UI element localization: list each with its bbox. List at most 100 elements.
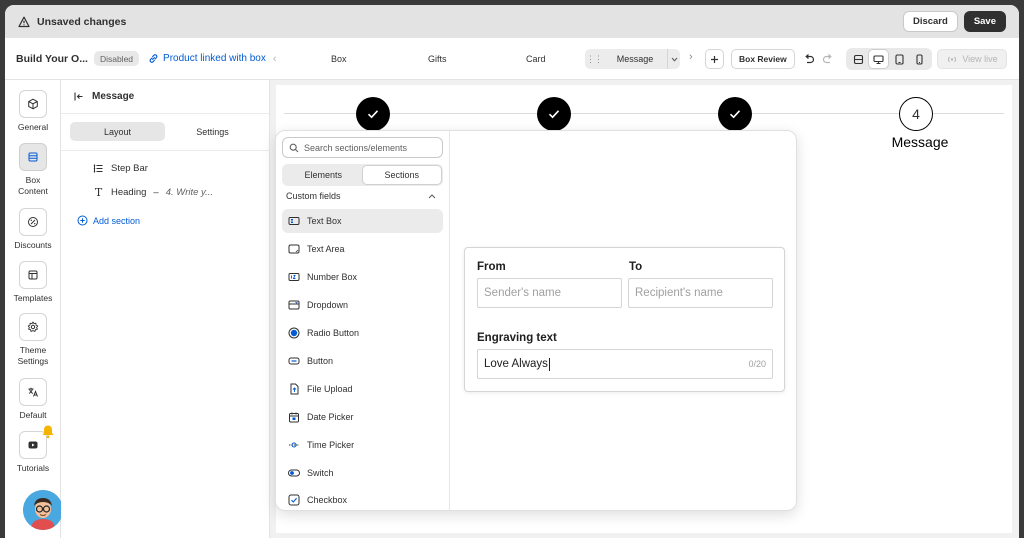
add-section-button[interactable]: Add section — [77, 215, 140, 226]
add-section-label: Add section — [93, 215, 141, 226]
tab-gifts[interactable]: Gifts — [428, 38, 447, 80]
from-label: From — [477, 261, 506, 273]
element-text-area[interactable]: Text Area — [282, 237, 443, 261]
current-step-selector[interactable]: ⋮⋮ Message — [585, 49, 680, 69]
element-number-box[interactable]: Number Box — [282, 265, 443, 289]
contextual-save-bar: Unsaved changes Discard Save — [5, 5, 1019, 38]
fullscreen-icon[interactable] — [849, 50, 868, 68]
box-title[interactable]: Build Your O... — [16, 53, 88, 65]
rail-item-theme-settings[interactable]: Theme Settings — [5, 313, 61, 367]
drag-handle-icon[interactable]: ⋮⋮ — [585, 54, 603, 65]
element-dropdown[interactable]: Dropdown — [282, 293, 443, 317]
tablet-icon[interactable] — [890, 50, 909, 68]
plus-circle-icon — [77, 215, 88, 226]
step-1-done[interactable] — [356, 97, 390, 131]
section-row-label: Step Bar — [111, 163, 148, 174]
sections-panel-title: Message — [92, 91, 135, 102]
custom-fields-label: Custom fields — [286, 191, 341, 201]
step-progress-line — [284, 113, 1004, 114]
to-field[interactable]: Recipient's name — [628, 278, 773, 308]
search-placeholder: Search sections/elements — [304, 142, 408, 153]
discard-button[interactable]: Discard — [902, 11, 958, 32]
bell-icon[interactable] — [41, 424, 55, 439]
check-icon — [729, 110, 741, 119]
switch-icon — [288, 467, 300, 479]
add-step-button[interactable] — [705, 49, 724, 69]
element-label: Radio Button — [307, 328, 360, 338]
element-time-picker[interactable]: Time Picker — [282, 433, 443, 457]
section-row-heading[interactable]: T Heading – 4. Write y... — [93, 186, 213, 199]
element-label: Text Area — [307, 244, 345, 254]
tab-box[interactable]: Box — [331, 38, 347, 80]
tab-sections[interactable]: Sections — [362, 166, 441, 184]
unsaved-changes-label: Unsaved changes — [37, 15, 127, 28]
checkbox-icon — [288, 494, 300, 506]
mobile-icon[interactable] — [910, 50, 929, 68]
step-4-current[interactable]: 4 — [899, 97, 933, 131]
rail-item-general[interactable]: General — [5, 90, 61, 133]
section-row-step-bar[interactable]: Step Bar — [93, 163, 148, 174]
save-button[interactable]: Save — [963, 11, 1006, 32]
tab-settings[interactable]: Settings — [165, 122, 260, 141]
tab-elements[interactable]: Elements — [284, 166, 363, 184]
element-label: Time Picker — [307, 440, 355, 450]
element-label: Text Box — [307, 216, 342, 226]
element-file-upload[interactable]: File Upload — [282, 377, 443, 401]
step-4-label: Message — [891, 134, 949, 150]
box-review-button[interactable]: Box Review — [731, 49, 795, 69]
product-linked-link[interactable]: Product linked with box — [148, 53, 266, 64]
step-3-done[interactable] — [718, 97, 752, 131]
sections-panel-header: Message — [61, 80, 269, 114]
step-2-done[interactable] — [537, 97, 571, 131]
current-step-label: Message — [616, 54, 654, 64]
warning-icon — [18, 16, 30, 27]
section-row-sublabel: 4. Write y... — [165, 187, 214, 198]
file-upload-icon — [288, 383, 300, 395]
exit-icon[interactable] — [73, 91, 84, 102]
rail-item-templates[interactable]: Templates — [5, 261, 61, 304]
element-label: File Upload — [307, 384, 353, 394]
chevron-up-icon[interactable] — [428, 191, 436, 201]
search-input[interactable]: Search sections/elements — [282, 137, 443, 158]
view-live-button[interactable]: View live — [937, 49, 1007, 69]
element-checkbox[interactable]: Checkbox — [282, 488, 443, 510]
sections-panel: Message Layout Settings Step Bar T Headi… — [61, 80, 270, 538]
element-label: Checkbox — [307, 495, 348, 505]
redo-icon[interactable] — [822, 53, 834, 65]
desktop-icon[interactable] — [869, 50, 889, 68]
rail-label-discounts: Discounts — [14, 240, 52, 250]
radio-icon — [288, 327, 300, 339]
element-button[interactable]: Button — [282, 349, 443, 373]
undo-icon[interactable] — [803, 53, 815, 65]
section-row-label: Heading — [111, 187, 147, 198]
element-label: Switch — [307, 468, 334, 478]
avatar[interactable] — [23, 490, 63, 530]
rail-label-box-content: Box Content — [18, 175, 48, 196]
text-cursor — [548, 357, 550, 371]
rail-item-default[interactable]: Default — [5, 378, 61, 421]
check-icon — [367, 110, 379, 119]
element-text-box[interactable]: Text Box — [282, 209, 443, 233]
element-switch[interactable]: Switch — [282, 461, 443, 485]
broadcast-icon — [948, 56, 957, 62]
cube-icon — [19, 90, 47, 118]
tab-card[interactable]: Card — [526, 38, 546, 80]
text-area-icon — [288, 243, 300, 255]
element-radio-button[interactable]: Radio Button — [282, 321, 443, 345]
rail-label-templates: Templates — [13, 293, 53, 303]
template-icon — [19, 261, 47, 289]
from-field[interactable]: Sender's name — [477, 278, 622, 308]
chevron-right-icon[interactable]: › — [689, 51, 693, 63]
button-icon — [288, 355, 300, 367]
custom-fields-header[interactable]: Custom fields — [286, 191, 436, 201]
element-date-picker[interactable]: Date Picker — [282, 405, 443, 429]
tab-layout[interactable]: Layout — [70, 122, 165, 141]
rail-item-box-content[interactable]: Box Content — [5, 143, 61, 197]
rail-item-discounts[interactable]: Discounts — [5, 208, 61, 251]
chevron-left-icon[interactable]: ‹ — [273, 53, 277, 65]
engraving-label: Engraving text — [477, 332, 557, 344]
engraving-field[interactable]: Love Always 0/20 — [477, 349, 773, 379]
chevron-down-icon[interactable] — [667, 49, 680, 69]
rail-label-theme-settings: Theme Settings — [17, 345, 49, 366]
element-label: Number Box — [307, 272, 358, 282]
